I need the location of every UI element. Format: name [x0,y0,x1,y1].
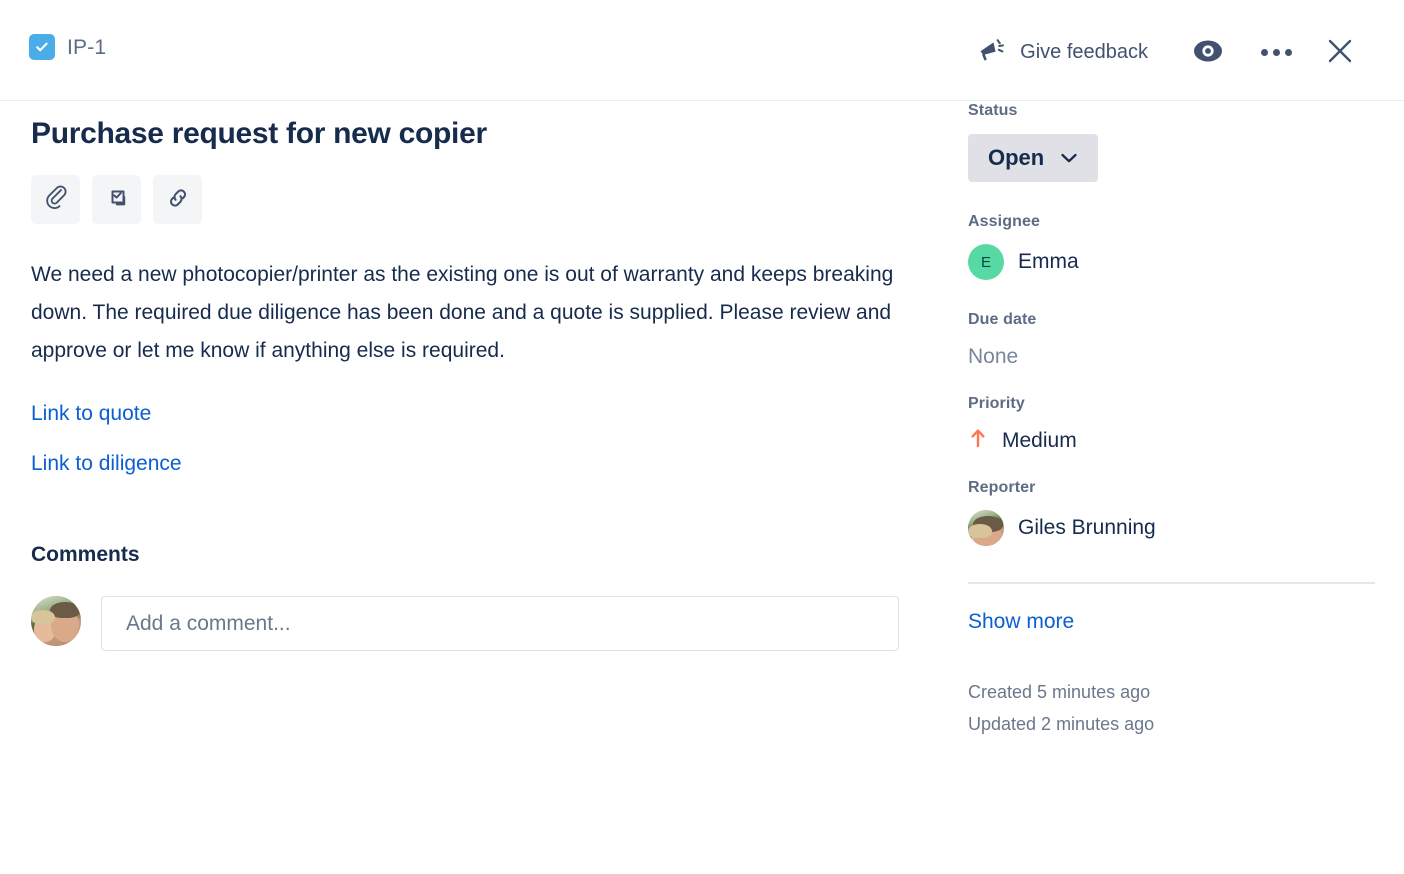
issue-header: IP-1 Give feedback [0,0,1404,101]
issue-timestamps: Created 5 minutes ago Updated 2 minutes … [968,676,1378,740]
issue-description: We need a new photocopier/printer as the… [31,256,931,478]
sidebar-divider [968,582,1375,584]
status-dropdown[interactable]: Open [968,134,1099,182]
due-date-value[interactable]: None [968,344,1378,370]
priority-medium-arrow-up-icon [968,427,988,454]
issue-key-label: IP-1 [67,35,107,59]
link-issue-button[interactable] [153,175,202,224]
assignee-field: Assignee E Emma [968,212,1378,280]
eye-watch-icon [1191,38,1225,67]
task-checkbox-icon [29,34,55,60]
assignee-label: Assignee [968,213,1040,230]
page-title: Purchase request for new copier [31,117,487,150]
status-field: Status Open [968,101,1378,182]
paperclip-icon [43,185,69,214]
close-button[interactable] [1318,30,1362,74]
issue-main-content: Purchase request for new copier We need … [31,101,931,651]
due-date-field: Due date None [968,310,1378,370]
status-value: Open [988,145,1045,170]
priority-field: Priority Medium [968,394,1378,454]
due-date-label: Due date [968,311,1037,328]
priority-label: Priority [968,395,1025,412]
reporter-value[interactable]: Giles Brunning [968,510,1378,546]
issue-details-sidebar: Status Open Assignee E Emma Due date Non… [968,101,1378,740]
more-options-icon [1260,48,1292,56]
show-more-link[interactable]: Show more [968,610,1074,634]
reporter-name: Giles Brunning [1018,516,1156,539]
chevron-down-icon [1060,152,1078,164]
reporter-avatar [968,510,1004,546]
priority-name: Medium [1002,428,1077,452]
give-feedback-button[interactable]: Give feedback [971,33,1154,72]
reporter-label: Reporter [968,479,1036,496]
attach-button[interactable] [31,175,80,224]
description-text: We need a new photocopier/printer as the… [31,263,894,362]
child-issue-icon [104,185,130,214]
add-comment-row [31,596,931,651]
give-feedback-label: Give feedback [1020,40,1148,63]
header-actions: Give feedback [971,30,1362,74]
assignee-name: Emma [1018,250,1079,273]
issue-detail-view: IP-1 Give feedback Purchase request for … [0,0,1404,874]
add-comment-input[interactable] [101,596,899,651]
issue-action-buttons [31,175,931,224]
status-label: Status [968,102,1018,119]
issue-breadcrumb[interactable]: IP-1 [29,34,106,60]
priority-value[interactable]: Medium [968,427,1378,454]
watch-issue-button[interactable] [1186,30,1230,74]
updated-timestamp: Updated 2 minutes ago [968,714,1155,734]
description-link-quote[interactable]: Link to quote [31,400,151,428]
megaphone-icon [977,37,1007,68]
reporter-field: Reporter Giles Brunning [968,478,1378,546]
assignee-avatar: E [968,244,1004,280]
add-child-issue-button[interactable] [92,175,141,224]
current-user-avatar [31,596,81,646]
assignee-value[interactable]: E Emma [968,244,1378,280]
description-link-diligence[interactable]: Link to diligence [31,450,182,478]
close-icon [1326,37,1354,68]
link-chain-icon [165,185,191,214]
created-timestamp: Created 5 minutes ago [968,682,1151,702]
more-options-button[interactable] [1254,30,1298,74]
comments-heading: Comments [31,543,140,566]
